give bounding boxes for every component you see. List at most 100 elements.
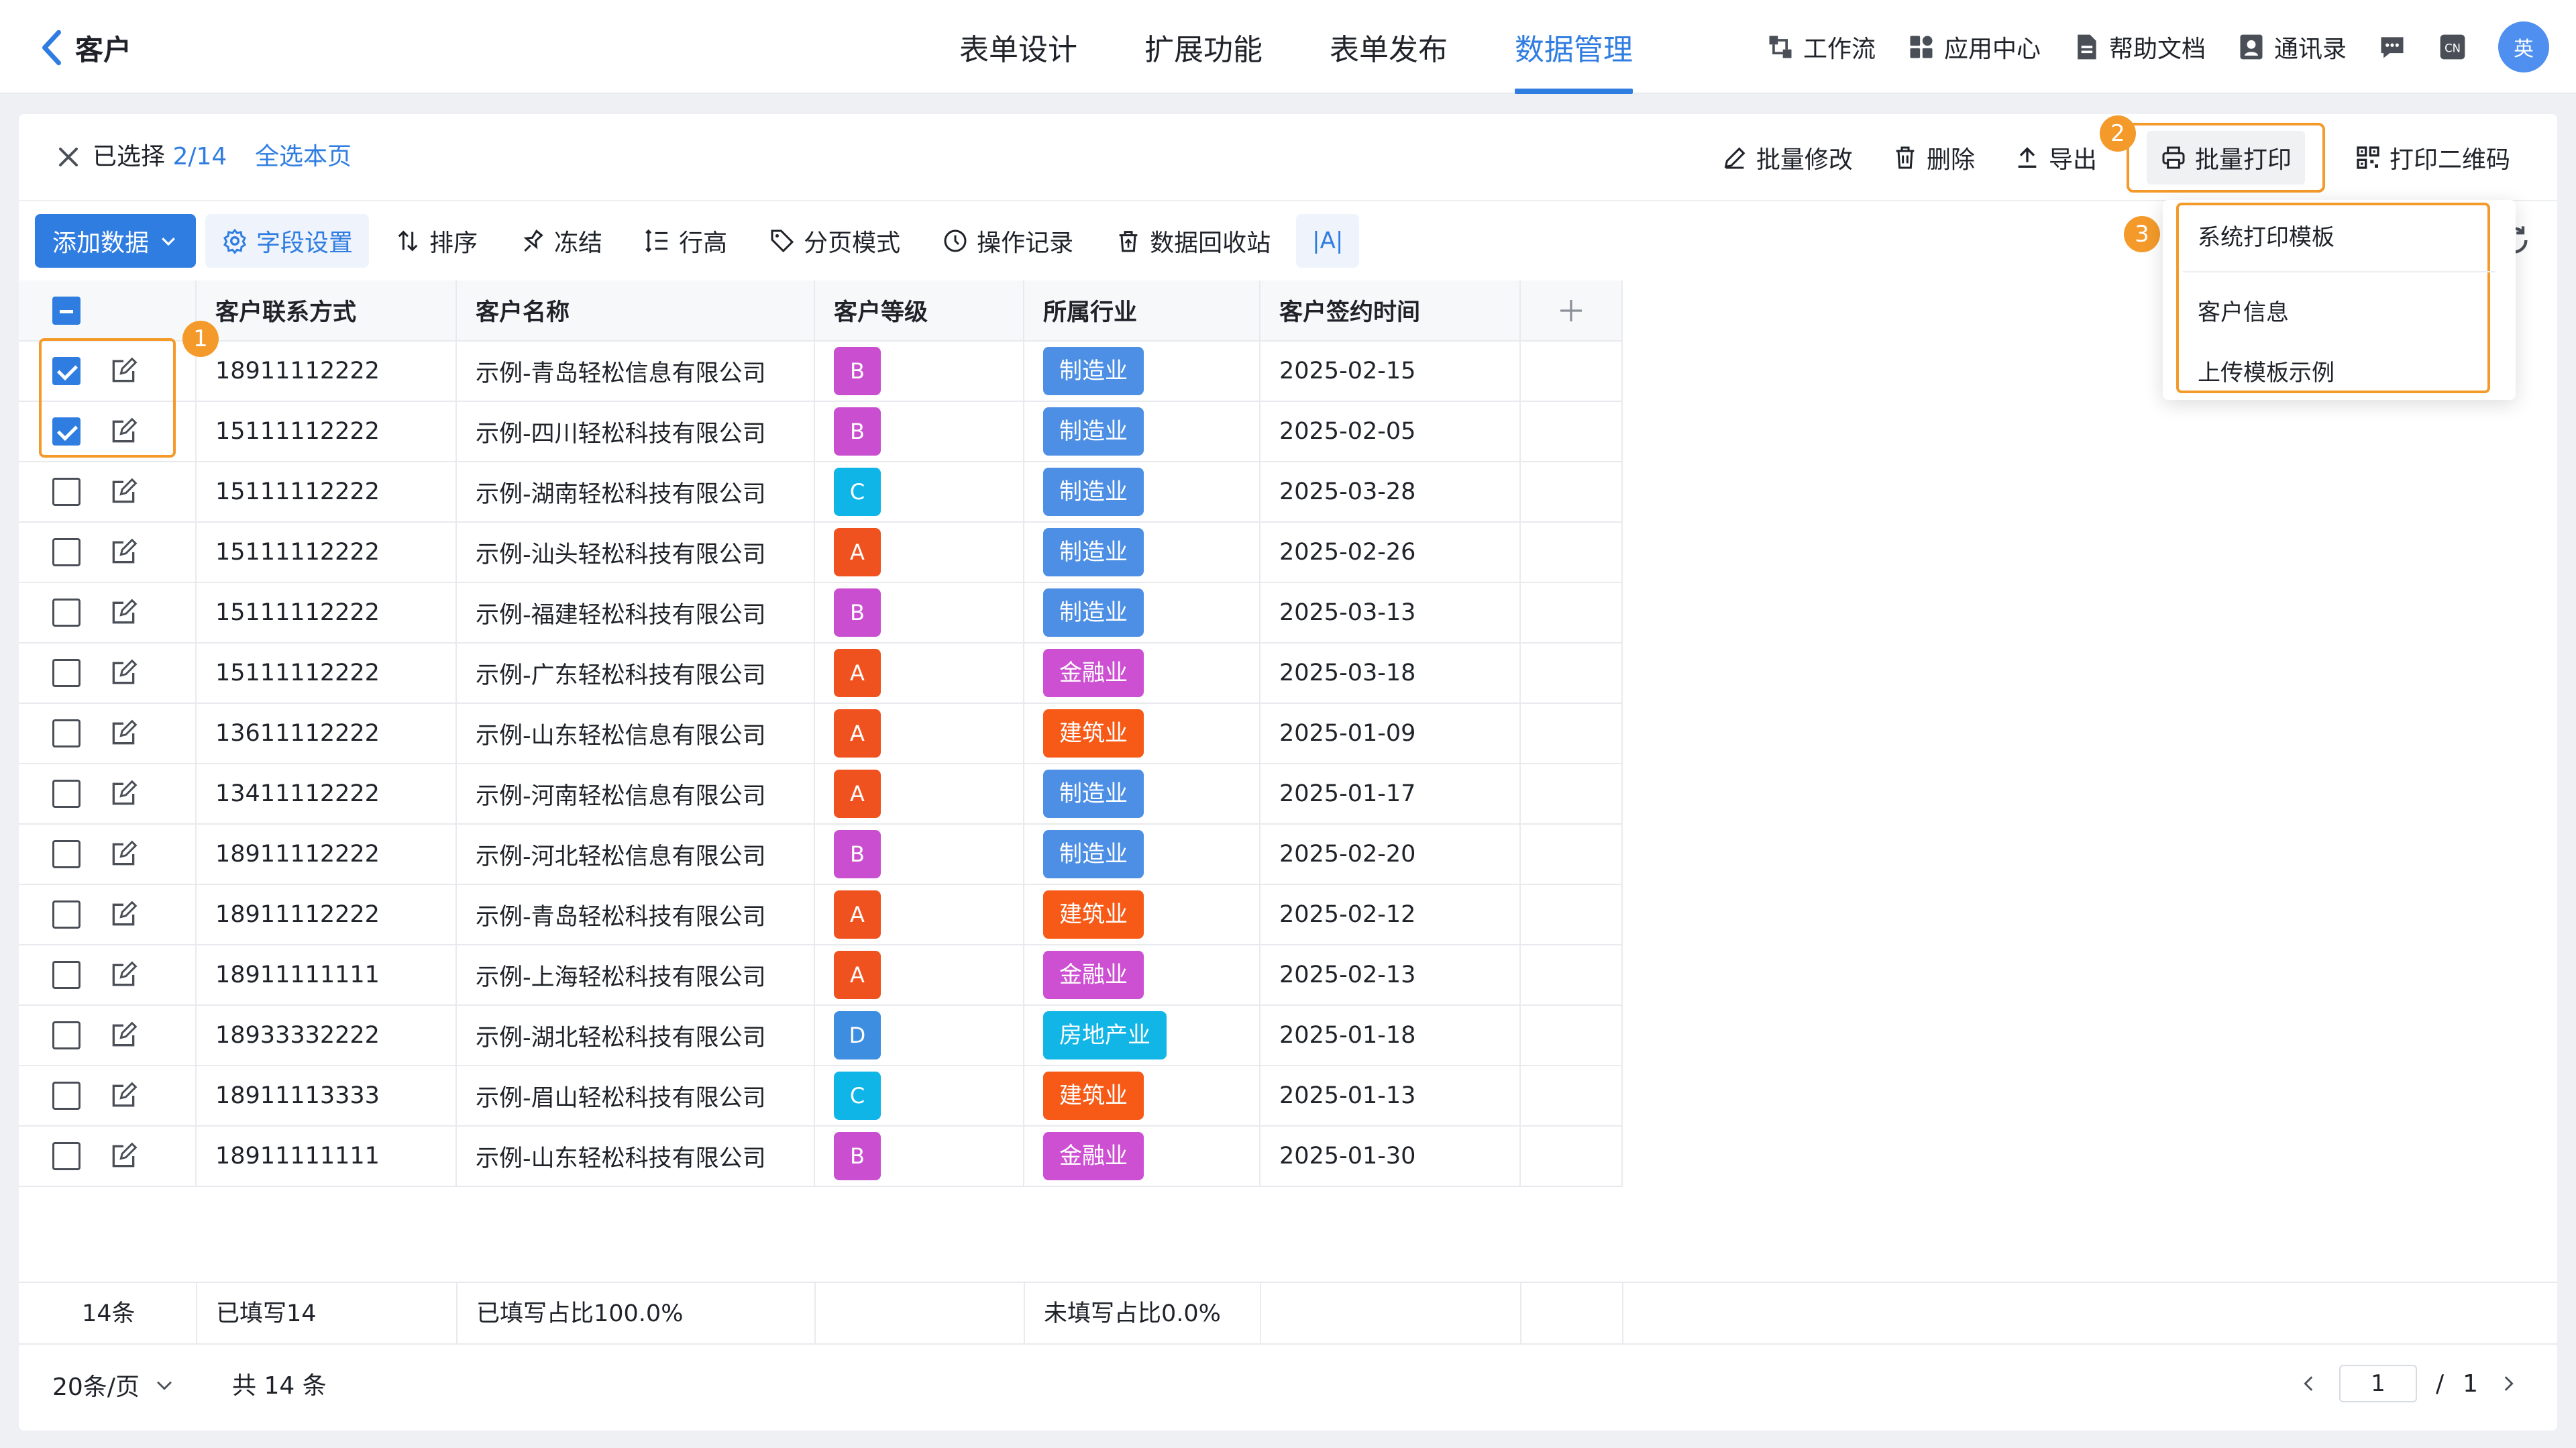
cell-name[interactable]: 示例-山东轻松科技有限公司 [456,1126,815,1187]
cell-industry[interactable]: 制造业 [1024,824,1260,885]
cell-industry[interactable]: 制造业 [1024,582,1260,643]
cell-date[interactable]: 2025-03-18 [1260,643,1521,704]
export-button[interactable]: 导出 [2004,131,2106,185]
table-row[interactable]: 15111112222 示例-福建轻松科技有限公司 B 制造业 2025-03-13 [19,582,1623,643]
cell-phone[interactable]: 18933332222 [196,1005,457,1066]
table-row[interactable]: 13411112222 示例-河南轻松信息有限公司 A 制造业 2025-01-17 [19,764,1623,825]
cell-level[interactable]: B [814,1126,1024,1187]
recycle-bin-button[interactable]: 数据回收站 [1099,214,1287,268]
edit-icon[interactable] [109,1141,138,1171]
edit-icon[interactable] [109,417,138,446]
row-checkbox[interactable] [52,417,80,446]
cell-name[interactable]: 示例-福建轻松科技有限公司 [456,582,815,643]
cell-level[interactable]: C [814,1066,1024,1127]
cell-phone[interactable]: 18911113333 [196,1066,457,1127]
page-size-select[interactable]: 20条/页 [52,1367,176,1402]
row-checkbox[interactable] [52,599,80,627]
cell-industry[interactable]: 制造业 [1024,764,1260,825]
table-row[interactable]: 18933332222 示例-湖北轻松科技有限公司 D 房地产业 2025-01-18 [19,1005,1623,1066]
cell-name[interactable]: 示例-河南轻松信息有限公司 [456,764,815,825]
contacts-link[interactable]: 通讯录 [2237,30,2347,64]
tab-form-publish[interactable]: 表单发布 [1309,0,1468,94]
cell-level[interactable]: B [814,401,1024,462]
cell-industry[interactable]: 制造业 [1024,401,1260,462]
avatar[interactable]: 英 [2498,21,2549,72]
cell-name[interactable]: 示例-眉山轻松科技有限公司 [456,1066,815,1127]
cell-name[interactable]: 示例-湖北轻松科技有限公司 [456,1005,815,1066]
row-checkbox[interactable] [52,538,80,566]
cell-industry[interactable]: 建筑业 [1024,1066,1260,1127]
row-checkbox[interactable] [52,478,80,506]
cell-level[interactable]: A [814,764,1024,825]
column-header-phone[interactable]: 客户联系方式 [196,280,457,342]
cell-date[interactable]: 2025-01-13 [1260,1066,1521,1127]
page-number-input[interactable]: 1 [2339,1365,2417,1402]
table-row[interactable]: 18911112222 示例-河北轻松信息有限公司 B 制造业 2025-02-20 [19,824,1623,885]
edit-icon[interactable] [109,779,138,809]
menu-item-system-template[interactable]: 系统打印模板 [2198,219,2334,252]
delete-button[interactable]: 删除 [1882,131,1984,185]
cell-date[interactable]: 2025-02-15 [1260,341,1521,402]
cell-phone[interactable]: 15111112222 [196,462,457,523]
table-row[interactable]: 18911111111 示例-山东轻松科技有限公司 B 金融业 2025-01-30 [19,1126,1623,1187]
prev-page-icon[interactable] [2298,1372,2320,1395]
menu-item-customer-info[interactable]: 客户信息 [2198,294,2289,327]
cell-phone[interactable]: 18911112222 [196,341,457,402]
cell-date[interactable]: 2025-02-12 [1260,884,1521,945]
tab-extensions[interactable]: 扩展功能 [1124,0,1283,94]
cell-phone[interactable]: 15111112222 [196,522,457,583]
select-page-link[interactable]: 全选本页 [255,138,352,176]
plus-icon[interactable] [1555,295,1587,327]
freeze-button[interactable]: 冻结 [503,214,619,268]
text-size-button[interactable]: |A| [1296,214,1360,268]
batch-edit-button[interactable]: 批量修改 [1712,131,1862,185]
batch-print-button[interactable]: 批量打印 [2126,123,2325,193]
row-checkbox[interactable] [52,659,80,687]
cell-level[interactable]: A [814,945,1024,1006]
language-button[interactable]: CN [2438,32,2467,62]
edit-icon[interactable] [109,658,138,688]
cell-industry[interactable]: 制造业 [1024,341,1260,402]
cell-phone[interactable]: 18911112222 [196,884,457,945]
cell-phone[interactable]: 13411112222 [196,764,457,825]
cell-industry[interactable]: 建筑业 [1024,703,1260,764]
next-page-icon[interactable] [2497,1372,2520,1395]
row-checkbox[interactable] [52,840,80,868]
cell-date[interactable]: 2025-03-13 [1260,582,1521,643]
table-row[interactable]: 15111112222 示例-四川轻松科技有限公司 B 制造业 2025-02-05 [19,401,1623,462]
edit-icon[interactable] [109,719,138,748]
cell-industry[interactable]: 金融业 [1024,945,1260,1006]
cell-phone[interactable]: 15111112222 [196,582,457,643]
cell-name[interactable]: 示例-河北轻松信息有限公司 [456,824,815,885]
cell-date[interactable]: 2025-01-18 [1260,1005,1521,1066]
workflow-link[interactable]: 工作流 [1766,30,1876,64]
row-checkbox[interactable] [52,1021,80,1049]
edit-icon[interactable] [109,900,138,929]
edit-icon[interactable] [109,356,138,386]
cell-phone[interactable]: 13611112222 [196,703,457,764]
column-header-level[interactable]: 客户等级 [814,280,1024,342]
cell-phone[interactable]: 15111112222 [196,643,457,704]
row-checkbox[interactable] [52,1142,80,1170]
menu-item-upload-template[interactable]: 上传模板示例 [2198,354,2334,387]
edit-icon[interactable] [109,960,138,990]
cell-name[interactable]: 示例-山东轻松信息有限公司 [456,703,815,764]
cell-date[interactable]: 2025-02-13 [1260,945,1521,1006]
table-row[interactable]: 13611112222 示例-山东轻松信息有限公司 A 建筑业 2025-01-09 [19,703,1623,764]
operation-log-button[interactable]: 操作记录 [926,214,1089,268]
cell-industry[interactable]: 金融业 [1024,643,1260,704]
cell-level[interactable]: A [814,884,1024,945]
messages-button[interactable] [2377,32,2407,62]
edit-icon[interactable] [109,537,138,567]
row-height-button[interactable]: 行高 [628,214,743,268]
cell-level[interactable]: C [814,462,1024,523]
cell-industry[interactable]: 制造业 [1024,522,1260,583]
cell-phone[interactable]: 15111112222 [196,401,457,462]
cell-industry[interactable]: 制造业 [1024,462,1260,523]
cell-name[interactable]: 示例-上海轻松科技有限公司 [456,945,815,1006]
cell-name[interactable]: 示例-青岛轻松信息有限公司 [456,341,815,402]
tab-data-management[interactable]: 数据管理 [1495,0,1653,94]
table-row[interactable]: 15111112222 示例-湖南轻松科技有限公司 C 制造业 2025-03-28 [19,462,1623,523]
cell-phone[interactable]: 18911111111 [196,1126,457,1187]
edit-icon[interactable] [109,1081,138,1110]
